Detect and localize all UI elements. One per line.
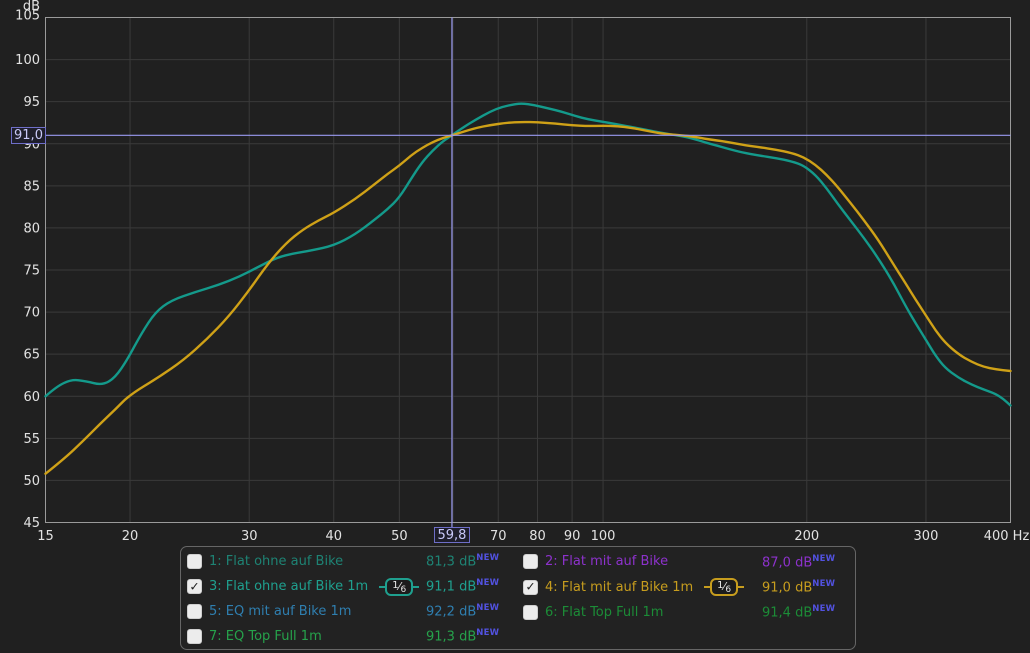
- y-axis-tick-label: 60: [23, 390, 40, 405]
- legend-row[interactable]: ✓ 6: Flat Top Full 1m ⁄ 91,4 dBNEW: [523, 600, 851, 625]
- x-axis-tick-label: 15: [37, 529, 54, 544]
- measurement-checkbox[interactable]: ✓: [523, 554, 538, 570]
- new-tag: NEW: [476, 603, 500, 614]
- x-axis-tick-label: 50: [391, 529, 408, 544]
- x-axis-tick-label: 200: [794, 529, 819, 544]
- new-tag: NEW: [476, 553, 500, 564]
- smoothing-badge[interactable]: 1⁄6: [379, 577, 420, 596]
- legend-column: ✓ 1: Flat ohne auf Bike ⁄ 81,3 dBNEW ✓ 3…: [187, 549, 523, 649]
- legend-column: ✓ 2: Flat mit auf Bike ⁄ 87,0 dBNEW ✓ 4:…: [523, 549, 851, 649]
- measurement-label[interactable]: 1: Flat ohne auf Bike: [209, 554, 343, 569]
- measurement-app-window: dB 105 100 95 90 85 80 75 70 65 60 55 50 45 15 20 30 40 50…: [0, 0, 1030, 653]
- legend-row[interactable]: ✓ 7: EQ Top Full 1m ⁄ 91,3 dBNEW: [187, 624, 523, 649]
- measurement-value: 91,4 dBNEW: [762, 604, 836, 621]
- x-axis-tick-label: 300: [914, 529, 939, 544]
- y-axis-tick-label: 70: [23, 306, 40, 321]
- y-axis-tick-label: 55: [23, 432, 40, 447]
- x-axis-tick-label: 70: [490, 529, 507, 544]
- x-axis-tick-label: 90: [564, 529, 581, 544]
- checkmark-icon: ✓: [525, 579, 536, 594]
- measurement-label[interactable]: 3: Flat ohne auf Bike 1m: [209, 579, 368, 594]
- response-curve: [44, 102, 1012, 407]
- legend-row[interactable]: ✓ 3: Flat ohne auf Bike 1m 1⁄6 91,1 dBNE…: [187, 574, 523, 599]
- measurement-label[interactable]: 4: Flat mit auf Bike 1m: [545, 580, 693, 595]
- smoothing-badge[interactable]: 1⁄6: [704, 578, 745, 597]
- measurement-value: 91,3 dBNEW: [426, 628, 500, 645]
- response-curve: [44, 120, 1012, 475]
- measurement-checkbox[interactable]: ✓: [523, 604, 538, 620]
- new-tag: NEW: [476, 628, 500, 639]
- y-axis-tick-label: 100: [15, 53, 40, 68]
- measurement-value: 91,1 dBNEW: [426, 578, 500, 595]
- measurement-checkbox[interactable]: ✓: [187, 604, 202, 619]
- badge-connector-right: [413, 585, 420, 588]
- x-axis-tick-label: 80: [529, 529, 546, 544]
- x-axis-tick-label: 40: [325, 529, 342, 544]
- y-axis-tick-label: 95: [23, 95, 40, 110]
- legend-row[interactable]: ✓ 5: EQ mit auf Bike 1m ⁄ 92,2 dBNEW: [187, 599, 523, 624]
- y-axis-tick-label: 75: [23, 264, 40, 279]
- y-axis-tick-label: 105: [15, 9, 40, 24]
- measurement-value: 81,3 dBNEW: [426, 553, 500, 570]
- x-axis-tick-label: 30: [241, 529, 258, 544]
- measurement-label[interactable]: 5: EQ mit auf Bike 1m: [209, 604, 351, 619]
- x-axis-tick-label: 100: [591, 529, 616, 544]
- legend-row[interactable]: ✓ 4: Flat mit auf Bike 1m 1⁄6 91,0 dBNEW: [523, 574, 851, 599]
- x-axis-tick-label: 400 Hz: [984, 529, 1030, 544]
- measurement-value: 87,0 dBNEW: [762, 553, 836, 570]
- measurement-label[interactable]: 2: Flat mit auf Bike: [545, 554, 668, 569]
- new-tag: NEW: [476, 578, 500, 589]
- measurement-checkbox[interactable]: ✓: [523, 579, 538, 595]
- measurement-value: 91,0 dBNEW: [762, 578, 836, 596]
- badge-connector-right: [738, 586, 745, 589]
- new-tag: NEW: [812, 604, 836, 615]
- cursor-db-readout: 91,0: [11, 126, 46, 144]
- new-tag: NEW: [812, 553, 836, 564]
- y-axis-tick-label: 80: [23, 221, 40, 236]
- legend-row[interactable]: ✓ 1: Flat ohne auf Bike ⁄ 81,3 dBNEW: [187, 549, 523, 574]
- measurement-checkbox[interactable]: ✓: [187, 579, 202, 594]
- measurement-label[interactable]: 6: Flat Top Full 1m: [545, 605, 663, 620]
- legend-row[interactable]: ✓ 2: Flat mit auf Bike ⁄ 87,0 dBNEW: [523, 549, 851, 574]
- x-axis-tick-label: 20: [122, 529, 139, 544]
- measurement-checkbox[interactable]: ✓: [187, 629, 202, 644]
- measurement-legend-panel: ✓ 1: Flat ohne auf Bike ⁄ 81,3 dBNEW ✓ 3…: [180, 546, 856, 650]
- y-axis-tick-label: 50: [23, 474, 40, 489]
- y-axis-tick-label: 85: [23, 179, 40, 194]
- cursor-frequency-readout: 59,8: [433, 527, 470, 543]
- measurement-checkbox[interactable]: ✓: [187, 554, 202, 569]
- measurement-value: 92,2 dBNEW: [426, 603, 500, 620]
- y-axis-tick-label: 65: [23, 348, 40, 363]
- checkmark-icon: ✓: [189, 579, 200, 593]
- new-tag: NEW: [812, 578, 836, 589]
- measurement-label[interactable]: 7: EQ Top Full 1m: [209, 629, 322, 644]
